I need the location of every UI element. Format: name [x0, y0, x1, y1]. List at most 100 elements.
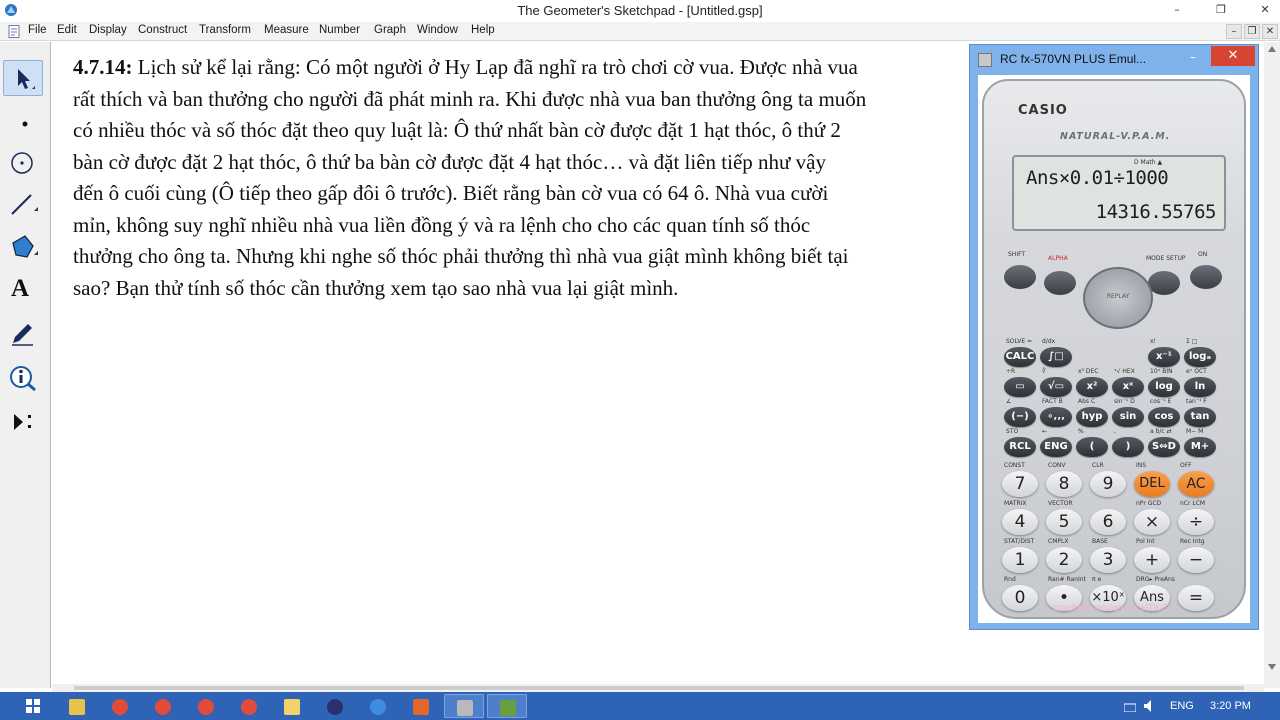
- calculator-emulator-window[interactable]: RC fx-570VN PLUS Emul... – ✕ CASIO NATUR…: [969, 44, 1259, 630]
- calc-number-key[interactable]: 5: [1046, 509, 1082, 535]
- network-icon[interactable]: [1124, 700, 1136, 712]
- calc-number-key[interactable]: −: [1178, 547, 1214, 573]
- menu-display[interactable]: Display: [89, 24, 127, 36]
- calc-number-key[interactable]: 3: [1090, 547, 1126, 573]
- calc-key[interactable]: (−): [1004, 407, 1036, 427]
- point-tool[interactable]: [3, 102, 43, 138]
- menu-window[interactable]: Window: [417, 24, 458, 36]
- information-tool[interactable]: [3, 360, 43, 396]
- calc-number-key[interactable]: 4: [1002, 509, 1038, 535]
- taskbar-file-explorer-button[interactable]: [57, 694, 97, 718]
- calc-key[interactable]: logₐ: [1184, 347, 1216, 367]
- taskbar-folder-button[interactable]: [272, 694, 312, 718]
- on-key[interactable]: [1190, 265, 1222, 289]
- calc-number-key[interactable]: ×: [1134, 509, 1170, 535]
- menu-edit[interactable]: Edit: [57, 24, 77, 36]
- shift-key[interactable]: [1004, 265, 1036, 289]
- replay-dpad[interactable]: REPLAY: [1083, 267, 1153, 329]
- text-tool[interactable]: A: [3, 272, 43, 308]
- calc-key[interactable]: cos: [1148, 407, 1180, 427]
- document-close-button[interactable]: ✕: [1262, 24, 1278, 39]
- pencil-icon: [12, 324, 33, 346]
- minimize-button[interactable]: –: [1168, 2, 1186, 18]
- horizontal-scroll-thumb[interactable]: [74, 686, 1244, 690]
- taskbar-chrome-button[interactable]: [229, 694, 269, 718]
- calc-number-key[interactable]: DEL: [1134, 471, 1170, 497]
- menu-construct[interactable]: Construct: [138, 24, 187, 36]
- calc-number-key[interactable]: 9: [1090, 471, 1126, 497]
- calc-key[interactable]: √▭: [1040, 377, 1072, 397]
- menu-transform[interactable]: Transform: [199, 24, 251, 36]
- calc-key[interactable]: M+: [1184, 437, 1216, 457]
- close-button[interactable]: ✕: [1256, 2, 1274, 18]
- calc-key[interactable]: xˣ: [1112, 377, 1144, 397]
- horizontal-scrollbar[interactable]: [52, 684, 1264, 692]
- calc-key[interactable]: ∫□: [1040, 347, 1072, 367]
- calc-key[interactable]: ▭: [1004, 377, 1036, 397]
- taskbar-browser-button[interactable]: [358, 694, 398, 718]
- menu-measure[interactable]: Measure: [264, 24, 309, 36]
- key-sublabel: ∠: [1006, 398, 1012, 405]
- document-restore-button[interactable]: ❐: [1244, 24, 1260, 39]
- calc-number-key[interactable]: +: [1134, 547, 1170, 573]
- marker-tool[interactable]: [3, 316, 43, 352]
- custom-tool[interactable]: [3, 404, 43, 440]
- calc-key[interactable]: CALC: [1004, 347, 1036, 367]
- taskbar-chrome-button[interactable]: [100, 694, 140, 718]
- taskbar-calculator-emulator-button[interactable]: [487, 694, 527, 718]
- mode-key[interactable]: [1148, 271, 1180, 295]
- calc-key[interactable]: ENG: [1040, 437, 1072, 457]
- calc-key[interactable]: hyp: [1076, 407, 1108, 427]
- calc-key[interactable]: RCL: [1004, 437, 1036, 457]
- calc-key[interactable]: x²: [1076, 377, 1108, 397]
- taskbar-media-player-button[interactable]: [315, 694, 355, 718]
- calc-number-key[interactable]: 1: [1002, 547, 1038, 573]
- restore-button[interactable]: ❐: [1212, 2, 1230, 18]
- vertical-scrollbar[interactable]: [1264, 42, 1280, 688]
- menu-graph[interactable]: Graph: [374, 24, 406, 36]
- menu-number[interactable]: Number: [319, 24, 360, 36]
- calculator-display: D Math ▲ Ans×0.01÷1000 14316.55765: [1012, 155, 1226, 231]
- compass-tool[interactable]: [3, 144, 43, 180]
- on-label: ON: [1198, 251, 1208, 258]
- problem-text-box[interactable]: 4.7.14: Lịch sử kể lại rằng: Có một ngườ…: [73, 52, 1073, 304]
- scroll-up-icon[interactable]: [1268, 46, 1276, 52]
- document-minimize-button[interactable]: –: [1226, 24, 1242, 39]
- windows-start-icon[interactable]: [26, 699, 40, 713]
- arrow-select-tool[interactable]: [3, 60, 43, 96]
- volume-icon[interactable]: [1144, 700, 1156, 712]
- taskbar-sketchpad-button[interactable]: [444, 694, 484, 718]
- clock[interactable]: 3:20 PM: [1210, 700, 1251, 712]
- calc-key[interactable]: tan: [1184, 407, 1216, 427]
- taskbar-pdf-reader-button[interactable]: [401, 694, 441, 718]
- display-result: 14316.55765: [1095, 201, 1217, 223]
- calc-key[interactable]: ): [1112, 437, 1144, 457]
- calc-key[interactable]: (: [1076, 437, 1108, 457]
- taskbar-chrome-button[interactable]: [186, 694, 226, 718]
- key-sublabel: x!: [1150, 338, 1156, 345]
- scroll-down-icon[interactable]: [1268, 664, 1276, 670]
- calculator-close-button[interactable]: ✕: [1211, 46, 1255, 66]
- calculator-minimize-button[interactable]: –: [1190, 50, 1196, 64]
- straightedge-tool[interactable]: [3, 186, 43, 222]
- menu-help[interactable]: Help: [471, 24, 495, 36]
- calc-key[interactable]: S⇔D: [1148, 437, 1180, 457]
- calc-number-key[interactable]: AC: [1178, 471, 1214, 497]
- chrome-icon: [241, 699, 257, 715]
- calc-key[interactable]: sin: [1112, 407, 1144, 427]
- calc-number-key[interactable]: 8: [1046, 471, 1082, 497]
- language-indicator[interactable]: ENG: [1170, 700, 1194, 712]
- calc-key[interactable]: ln: [1184, 377, 1216, 397]
- alpha-key[interactable]: [1044, 271, 1076, 295]
- calc-number-key[interactable]: 2: [1046, 547, 1082, 573]
- calc-key[interactable]: log: [1148, 377, 1180, 397]
- calc-number-key[interactable]: 7: [1002, 471, 1038, 497]
- menu-file[interactable]: File: [28, 24, 47, 36]
- polygon-tool[interactable]: [3, 228, 43, 264]
- calc-key[interactable]: x⁻¹: [1148, 347, 1180, 367]
- calc-number-key[interactable]: 6: [1090, 509, 1126, 535]
- calc-key[interactable]: ∘‚‚‚: [1040, 407, 1072, 427]
- key-sublabel: d/dx: [1042, 338, 1056, 345]
- taskbar-chrome-button[interactable]: [143, 694, 183, 718]
- calc-number-key[interactable]: ÷: [1178, 509, 1214, 535]
